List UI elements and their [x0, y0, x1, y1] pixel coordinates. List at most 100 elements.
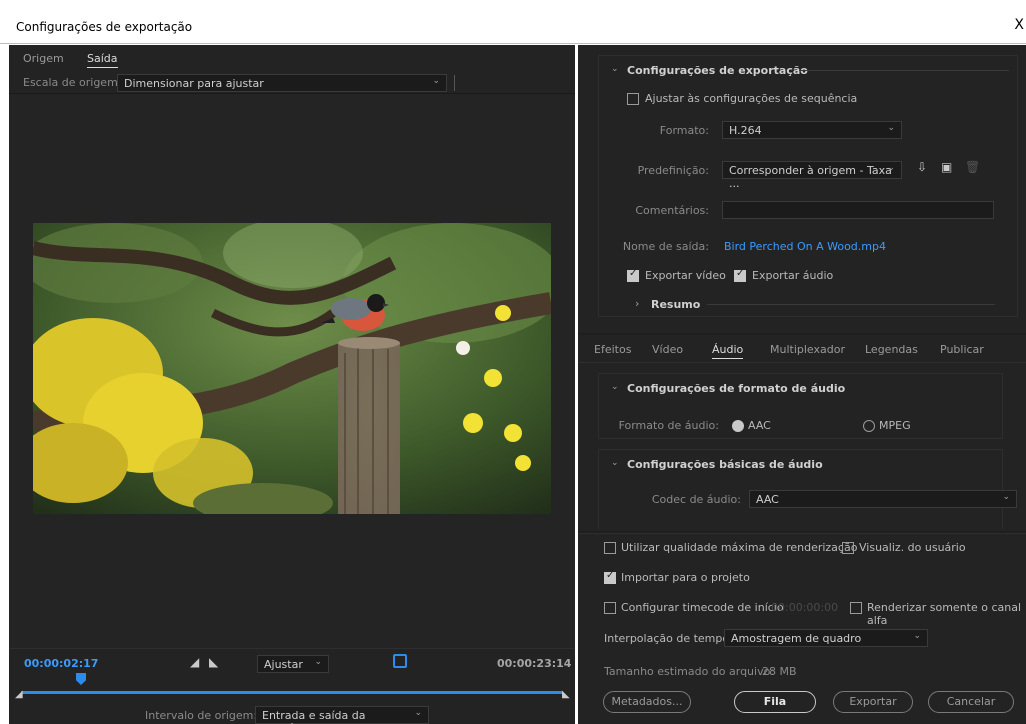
divider: [799, 70, 1009, 71]
summary-label[interactable]: Resumo: [651, 298, 700, 311]
output-name-link[interactable]: Bird Perched On A Wood.mp4: [724, 240, 886, 253]
mark-in-icon[interactable]: ◢: [190, 655, 199, 669]
tab-origem[interactable]: Origem: [23, 52, 64, 65]
source-scale-label: Escala de origem:: [23, 76, 122, 89]
audio-codec-dropdown[interactable]: AAC ⌄: [749, 490, 1017, 508]
import-project-label: Importar para o projeto: [621, 571, 750, 584]
alpha-only-checkbox[interactable]: [850, 602, 862, 614]
preset-value: Corresponder à origem - Taxa ...: [729, 164, 892, 190]
import-preset-icon[interactable]: ▣: [941, 160, 952, 174]
preview-area: [9, 94, 575, 648]
divider: [707, 304, 995, 305]
match-sequence-label: Ajustar às configurações de sequência: [645, 92, 858, 105]
export-video-checkbox[interactable]: [627, 268, 639, 282]
audio-format-title: Configurações de formato de áudio: [627, 382, 846, 395]
time-interp-label: Interpolação de tempo:: [604, 632, 733, 645]
tab-multiplexador[interactable]: Multiplexador: [770, 343, 845, 356]
chevron-down-icon: ⌄: [314, 657, 322, 667]
user-preview-label: Visualiz. do usuário: [859, 541, 966, 554]
preset-label: Predefinição:: [637, 164, 709, 177]
comments-field[interactable]: [722, 201, 994, 219]
audio-basic-title: Configurações básicas de áudio: [627, 458, 823, 471]
source-range-value: Entrada e saída da sequência: [262, 709, 366, 724]
format-value: H.264: [729, 124, 762, 137]
start-timecode-label: Configurar timecode de início: [621, 601, 784, 614]
comments-label: Comentários:: [635, 204, 709, 217]
audio-codec-label: Codec de áudio:: [651, 493, 741, 506]
current-timecode[interactable]: 00:00:02:17: [24, 657, 98, 670]
start-timecode-value[interactable]: 00:00:00:00: [771, 601, 838, 614]
chevron-down-icon: ⌄: [887, 163, 895, 173]
tab-publicar[interactable]: Publicar: [940, 343, 984, 356]
preset-dropdown[interactable]: Corresponder à origem - Taxa ... ⌄: [722, 161, 902, 190]
output-name-label: Nome de saída:: [622, 240, 709, 253]
audio-basic-box: ⌄ Configurações básicas de áudio Codec d…: [598, 449, 1017, 529]
in-point-icon[interactable]: ◢: [15, 689, 23, 700]
source-range-dropdown[interactable]: Entrada e saída da sequência ⌄: [255, 706, 429, 724]
time-interp-dropdown[interactable]: Amostragem de quadro ⌄: [724, 629, 928, 647]
max-quality-checkbox[interactable]: [604, 542, 616, 554]
max-quality-label: Utilizar qualidade máxima de renderizaçã…: [621, 541, 858, 554]
video-frame: [33, 223, 551, 514]
close-icon[interactable]: X: [1014, 17, 1024, 33]
tab-saida[interactable]: Saída: [87, 52, 118, 68]
delete-preset-icon[interactable]: 🗑: [965, 160, 980, 174]
tab-video[interactable]: Vídeo: [652, 343, 683, 356]
export-audio-checkbox[interactable]: [734, 268, 746, 282]
playhead-handle[interactable]: [76, 673, 86, 685]
start-timecode-checkbox[interactable]: [604, 602, 616, 614]
user-preview-checkbox[interactable]: [842, 542, 854, 554]
radio-aac[interactable]: [732, 420, 744, 432]
fit-value: Ajustar: [264, 658, 303, 671]
audio-format-box: ⌄ Configurações de formato de áudio Form…: [598, 373, 1003, 439]
mark-out-icon[interactable]: ◣: [209, 655, 218, 669]
chevron-down-icon[interactable]: ⌄: [611, 64, 619, 74]
audio-codec-value: AAC: [756, 493, 779, 506]
playback-controls: 00:00:02:17 ◢ ◣ Ajustar ⌄ 00:00:23:14 ◢ …: [9, 648, 575, 724]
out-point-icon[interactable]: ◣: [562, 689, 570, 700]
timeline-bar[interactable]: [21, 691, 563, 694]
source-scale-value: Dimensionar para ajustar: [124, 77, 264, 90]
export-button[interactable]: Exportar: [833, 691, 913, 713]
time-interp-value: Amostragem de quadro: [731, 632, 862, 645]
audio-format-label: Formato de áudio:: [618, 419, 719, 432]
source-range-label: Intervalo de origem:: [145, 709, 258, 722]
chevron-down-icon: ⌄: [913, 631, 921, 641]
bird-image: [33, 223, 551, 514]
chevron-right-icon[interactable]: ›: [635, 297, 639, 310]
settings-panel: ⌄ Configurações de exportação Ajustar às…: [578, 45, 1026, 724]
chevron-down-icon: ⌄: [414, 708, 422, 718]
chevron-down-icon[interactable]: ⌄: [611, 382, 619, 392]
save-preset-icon[interactable]: ⇩: [917, 160, 927, 174]
export-settings-box: ⌄ Configurações de exportação Ajustar às…: [598, 55, 1018, 317]
format-dropdown[interactable]: H.264 ⌄: [722, 121, 902, 139]
import-project-checkbox[interactable]: [604, 570, 616, 584]
render-options: Utilizar qualidade máxima de renderizaçã…: [578, 533, 1026, 724]
radio-mpeg-label: MPEG: [879, 419, 911, 432]
chevron-down-icon: ⌄: [1002, 492, 1010, 502]
preview-tabs: Origem Saída: [9, 45, 575, 72]
cancel-button[interactable]: Cancelar: [928, 691, 1014, 713]
queue-button[interactable]: Fila: [734, 691, 816, 713]
metadata-button[interactable]: Metadados...: [603, 691, 691, 713]
radio-mpeg[interactable]: [863, 420, 875, 432]
divider: [454, 75, 455, 91]
alpha-only-label: Renderizar somente o canal alfa: [867, 601, 1022, 627]
aspect-correction-icon[interactable]: [393, 654, 407, 668]
tab-efeitos[interactable]: Efeitos: [594, 343, 631, 356]
source-scale-dropdown[interactable]: Dimensionar para ajustar ⌄: [117, 74, 447, 92]
export-video-label: Exportar vídeo: [645, 269, 726, 282]
tab-audio[interactable]: Áudio: [712, 343, 744, 359]
duration-timecode: 00:00:23:14: [497, 657, 572, 670]
export-audio-label: Exportar áudio: [752, 269, 834, 282]
tab-legendas[interactable]: Legendas: [865, 343, 918, 356]
audio-settings: ⌄ Configurações de formato de áudio Form…: [578, 363, 1026, 531]
chevron-down-icon: ⌄: [887, 123, 895, 133]
export-settings-title: Configurações de exportação: [627, 64, 808, 77]
fit-dropdown[interactable]: Ajustar ⌄: [257, 655, 329, 673]
preview-panel: Origem Saída Escala de origem: Dimension…: [9, 45, 575, 724]
match-sequence-checkbox[interactable]: [627, 93, 639, 105]
chevron-down-icon[interactable]: ⌄: [611, 458, 619, 468]
settings-tabs: Efeitos Vídeo Áudio Multiplexador Legend…: [578, 335, 1026, 363]
file-size-label: Tamanho estimado do arquivo:: [604, 665, 775, 678]
